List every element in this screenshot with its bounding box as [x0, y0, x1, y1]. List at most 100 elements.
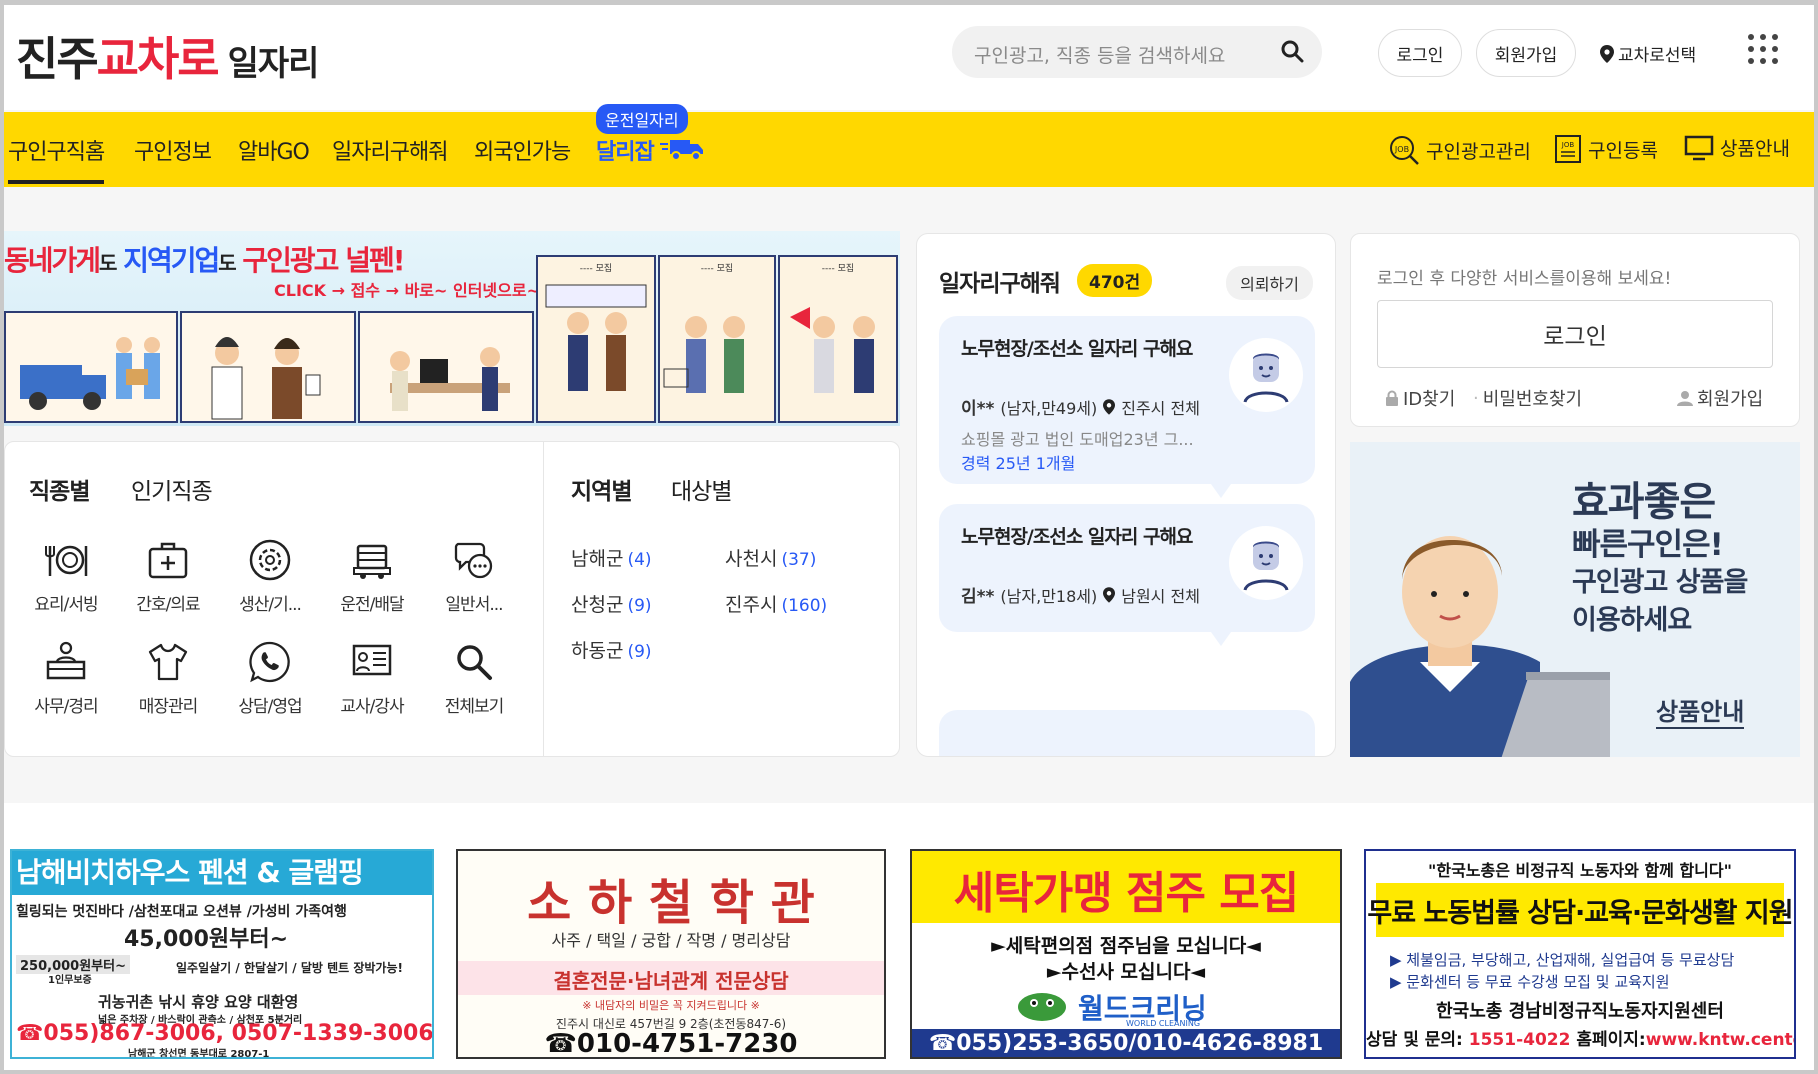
- region-namhae[interactable]: 남해군 (4): [571, 544, 652, 571]
- login-button[interactable]: 로그인: [1378, 29, 1462, 77]
- region-name: 산청군: [571, 594, 624, 616]
- nav-ad-manage[interactable]: JOB 구인광고관리: [1388, 134, 1531, 166]
- category-cooking-serving[interactable]: 요리/서빙: [21, 538, 111, 615]
- category-production[interactable]: 생산/기...: [225, 538, 315, 615]
- find-password-link[interactable]: · 비밀번호찾기: [1473, 385, 1582, 411]
- category-office-accounting[interactable]: 사무/경리: [21, 640, 111, 717]
- ad-pension-title: 남해비치하우스 펜션 & 글램핑: [12, 851, 432, 895]
- ad-labor-web: www.kntw.center: [1645, 1030, 1796, 1050]
- banner-illustration-production: ---- 모집: [778, 255, 898, 423]
- seeker-name: 이**: [961, 399, 995, 419]
- category-nursing-medical[interactable]: 간호/의료: [123, 538, 213, 615]
- delivery-truck-icon: [660, 140, 703, 161]
- find-password-label: 비밀번호찾기: [1482, 389, 1583, 410]
- desk-icon: [46, 641, 86, 680]
- signup-button[interactable]: 회원가입: [1476, 29, 1576, 77]
- promo-more-link[interactable]: 상품안내: [1656, 692, 1745, 729]
- monitor-icon: [1684, 135, 1714, 160]
- seeker-info: (남자,만49세): [1000, 398, 1098, 418]
- login-panel: 로그인 후 다양한 서비스를이용해 보세요! 로그인 ID찾기 · 비밀번호찾기…: [1350, 233, 1800, 427]
- banner-illustration-mart: ---- 모집: [658, 255, 776, 423]
- seeker-card-meta: 이** (남자,만49세) 진주시 전체: [961, 394, 1200, 420]
- category-consulting-sales[interactable]: 상담/영업: [225, 640, 315, 717]
- site-logo[interactable]: 진주 교차로 일자리: [16, 23, 319, 86]
- region-hadong[interactable]: 하동군 (9): [571, 636, 652, 663]
- region-sacheon[interactable]: 사천시 (37): [725, 544, 816, 571]
- search-icon[interactable]: [1280, 39, 1304, 63]
- ad-labor-center[interactable]: "한국노총은 비정규직 노동자와 함께 합니다" 무료 노동법률 상담·교육·문…: [1364, 849, 1796, 1059]
- login-main-button[interactable]: 로그인: [1377, 300, 1773, 368]
- ad-philosophy[interactable]: 소 하 철 학 관 사주 / 택일 / 궁합 / 작명 / 명리상담 결혼전문·…: [456, 849, 886, 1059]
- promo-line-1: 효과좋은: [1572, 479, 1716, 525]
- truck-icon: [353, 544, 391, 579]
- banner-illustration-delivery: [4, 311, 178, 423]
- logo-text-city: 진주: [16, 32, 99, 86]
- tab-popular-job[interactable]: 인기직종: [131, 472, 213, 506]
- seeker-location: 진주시 전체: [1121, 398, 1200, 418]
- seeker-card-title: 노무현장/조선소 일자리 구해요: [961, 338, 1193, 360]
- tab-by-region[interactable]: 지역별: [571, 472, 632, 506]
- nav-dalijob[interactable]: 달리잡: [596, 134, 655, 166]
- ad-labor-line2: ▶ 문화센터 등 무료 수강생 모집 및 교육지원: [1390, 973, 1670, 991]
- category-box: 직종별 인기직종 지역별 대상별 요리/서빙 간호/의료 생산/기... 운전/…: [4, 441, 900, 757]
- seeker-card-partial[interactable]: [939, 710, 1315, 756]
- ad-philosophy-privacy: ※ 내담자의 비밀은 꼭 지켜드립니다 ※: [582, 999, 760, 1012]
- banner-headline: 동네가게도 지역기업도 구인광고 널펜!: [4, 239, 406, 279]
- category-store-management[interactable]: 매장관리: [123, 640, 213, 717]
- bottom-ads: 남해비치하우스 펜션 & 글램핑 힐링되는 멋진바다 /삼천포대교 오션뷰 /가…: [4, 803, 1814, 1070]
- promo-illustration: [1350, 536, 1610, 757]
- person-avatar-icon: [1243, 353, 1289, 403]
- region-select[interactable]: 교차로선택: [1600, 41, 1696, 66]
- nav-job-register-label: 구인등록: [1588, 139, 1658, 162]
- ad-labor-quote: "한국노총은 비정규직 노동자와 함께 합니다": [1428, 861, 1732, 880]
- search-bar[interactable]: 구인광고, 직종 등을 검색하세요: [952, 26, 1322, 78]
- find-id-link[interactable]: ID찾기: [1385, 385, 1455, 411]
- category-label: 교사/강사: [340, 697, 404, 717]
- region-name: 남해군: [571, 548, 624, 570]
- recruit-ad-banner[interactable]: 동네가게도 지역기업도 구인광고 널펜! CLICK → 접수 → 바로~ 인터…: [4, 231, 900, 426]
- ad-pension-price: 45,000원부터~: [124, 927, 289, 952]
- tab-by-target[interactable]: 대상별: [671, 472, 732, 506]
- nav-foreigner[interactable]: 외국인가능: [474, 134, 571, 166]
- nav-home[interactable]: 구인구직홈: [8, 134, 105, 184]
- banner-headline-company: 지역기업: [123, 244, 220, 277]
- dining-icon: [45, 545, 88, 576]
- category-driving-delivery[interactable]: 운전/배달: [327, 538, 417, 615]
- product-promo-banner[interactable]: 효과좋은 빠른구인은! 구인광고 상품을 이용하세요 상품안내: [1350, 442, 1800, 757]
- nav-product-info[interactable]: 상품안내: [1684, 134, 1790, 161]
- seeker-card[interactable]: 노무현장/조선소 일자리 구해요 김** (남자,만18세) 남원시 전체: [939, 504, 1315, 646]
- signup-link[interactable]: 회원가입: [1677, 385, 1763, 411]
- shirt-icon: [148, 643, 188, 681]
- region-sancheong[interactable]: 산청군 (9): [571, 590, 652, 617]
- ad-labor-web-label: 홈페이지:: [1576, 1030, 1646, 1050]
- seeker-card[interactable]: 노무현장/조선소 일자리 구해요 이** (남자,만49세) 진주시 전체 쇼핑…: [939, 316, 1315, 498]
- request-button[interactable]: 의뢰하기: [1226, 266, 1313, 300]
- category-general-service[interactable]: 일반서...: [429, 538, 519, 615]
- location-pin-icon: [1103, 586, 1116, 603]
- user-icon: [1677, 391, 1693, 406]
- promo-line-3: 구인광고 상품을: [1572, 567, 1748, 598]
- nav-job-register[interactable]: JOB 구인등록: [1554, 134, 1658, 164]
- category-view-all[interactable]: 전체보기: [429, 640, 519, 717]
- job-seekers-title[interactable]: 일자리구해줘: [939, 264, 1061, 298]
- nav-alba-go[interactable]: 알바GO: [238, 134, 310, 166]
- region-jinju[interactable]: 진주시 (160): [725, 590, 827, 617]
- nav-find-me-job[interactable]: 일자리구해줘: [332, 134, 448, 166]
- ad-philosophy-title: 소 하 철 학 관: [527, 875, 815, 931]
- region-name: 사천시: [725, 548, 778, 570]
- all-menu-icon[interactable]: [1748, 34, 1778, 64]
- banner-illustration-staff: ---- 모집: [536, 255, 656, 423]
- job-search-icon: JOB: [1390, 136, 1419, 165]
- tab-by-job[interactable]: 직종별: [29, 472, 90, 506]
- nav-job-info[interactable]: 구인정보: [134, 134, 212, 166]
- ad-pension[interactable]: 남해비치하우스 펜션 & 글램핑 힐링되는 멋진바다 /삼천포대교 오션뷰 /가…: [10, 849, 434, 1059]
- ad-laundry-brand-sub: WORLD CLEANING: [1126, 1019, 1201, 1028]
- logo-text-brand: 교차로: [96, 32, 220, 86]
- search-placeholder[interactable]: 구인광고, 직종 등을 검색하세요: [974, 41, 1225, 68]
- category-label: 생산/기...: [239, 595, 302, 615]
- banner-headline-particle2: 도: [218, 251, 236, 275]
- category-teacher-instructor[interactable]: 교사/강사: [327, 640, 417, 717]
- ad-laundry[interactable]: 세탁가맹 점주 모집 ►세탁편의점 점주님을 모십니다◄ ►수선사 모십니다◄ …: [910, 849, 1342, 1059]
- main-nav: 구인구직홈 구인정보 알바GO 일자리구해줘 외국인가능 운전일자리 달리잡 J…: [4, 104, 1814, 187]
- category-label: 운전/배달: [340, 595, 404, 615]
